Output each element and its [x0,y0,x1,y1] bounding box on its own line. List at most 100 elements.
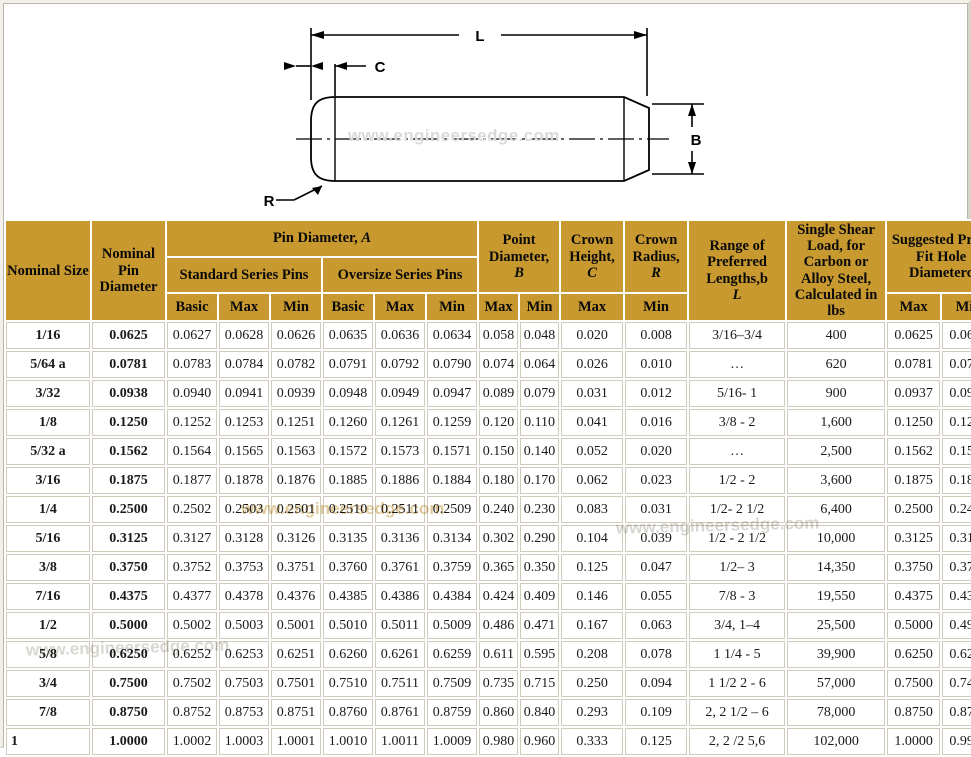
pin-diagram-svg: L C B R [264,28,704,210]
cell-ovr-max: 0.1573 [375,438,425,466]
cell-point-min: 0.715 [520,670,560,698]
cell-ovr-min: 0.1259 [427,409,478,437]
cell-crown-height-max: 0.250 [561,670,624,698]
cell-hole-min: 0.3120 [942,525,971,553]
cell-range: 1 1/4 - 5 [689,641,786,669]
cell-std-min: 0.4376 [271,583,321,611]
cell-hole-min: 0.0932 [942,380,971,408]
cell-nominal-size: 3/16 [6,467,90,495]
cell-ovr-max: 0.3136 [375,525,425,553]
crown-radius-text: Crown Radius, [632,232,680,265]
cell-ovr-max: 0.7511 [375,670,425,698]
cell-point-max: 0.074 [479,351,519,379]
cell-ovr-min: 0.7509 [427,670,478,698]
cell-nominal-pin-diameter: 0.0781 [92,351,165,379]
cell-crown-height-max: 0.208 [561,641,624,669]
cell-crown-height-max: 0.293 [561,699,624,727]
cell-ovr-basic: 0.1572 [323,438,373,466]
pin-diameter-text: Pin Diameter, [272,230,358,247]
cell-point-min: 0.409 [520,583,560,611]
cell-crown-height-max: 0.104 [561,525,624,553]
cell-nominal-size: 7/16 [6,583,90,611]
cell-range: 2, 2 1/2 – 6 [689,699,786,727]
table-row: 5/8 0.6250 0.6252 0.6253 0.6251 0.6260 0.6261 0… [6,641,971,669]
range-symbol: L [732,286,742,303]
cell-point-max: 0.058 [479,322,519,350]
cell-nominal-pin-diameter: 0.3750 [92,554,165,582]
cell-nominal-size: 3/4 [6,670,90,698]
table-row: 1/16 0.0625 0.0627 0.0628 0.0626 0.0635 0.0636… [6,322,971,350]
cell-std-max: 0.1253 [219,409,269,437]
cell-ovr-min: 0.5009 [427,612,478,640]
range-text: Range of Preferred Lengths,b [706,238,768,287]
cell-crown-radius-min: 0.063 [625,612,688,640]
cell-ovr-min: 0.0790 [427,351,478,379]
cell-shear-load: 102,000 [787,728,886,756]
subheader-crown-height-max: Max [561,294,624,321]
col-header-nominal-size: Nominal Size [6,221,90,321]
cell-std-max: 0.2503 [219,496,269,524]
cell-point-min: 0.960 [520,728,560,756]
cell-hole-max: 1.0000 [887,728,941,756]
cell-ovr-max: 0.0792 [375,351,425,379]
cell-ovr-max: 0.5011 [375,612,425,640]
cell-crown-radius-min: 0.125 [625,728,688,756]
cell-std-basic: 0.1564 [167,438,217,466]
table-row: 7/8 0.8750 0.8752 0.8753 0.8751 0.8760 0.8761 0… [6,699,971,727]
cell-ovr-basic: 0.1260 [323,409,373,437]
cell-hole-min: 0.8745 [942,699,971,727]
cell-point-max: 0.150 [479,438,519,466]
cell-range: 1 1/2 2 - 6 [689,670,786,698]
cell-hole-max: 0.2500 [887,496,941,524]
cell-crown-height-max: 0.020 [561,322,624,350]
arrow-B-top [688,104,696,116]
cell-nominal-pin-diameter: 0.3125 [92,525,165,553]
cell-ovr-basic: 0.0791 [323,351,373,379]
cell-ovr-max: 0.4386 [375,583,425,611]
cell-std-min: 0.0939 [271,380,321,408]
cell-hole-max: 0.1562 [887,438,941,466]
cell-ovr-min: 0.8759 [427,699,478,727]
point-diameter-text: Point Diameter, [488,232,550,265]
pin-diagram: L C B R www.engineersedge.com [4,4,967,219]
cell-hole-min: 0.0776 [942,351,971,379]
cell-ovr-basic: 0.2510 [323,496,373,524]
cell-std-max: 0.8753 [219,699,269,727]
subheader-ovr-max: Max [375,294,425,321]
col-header-crown-height: Crown Height, C [561,221,624,293]
table-row: 7/16 0.4375 0.4377 0.4378 0.4376 0.4385 0.4386… [6,583,971,611]
crown-radius-symbol: R [651,264,661,281]
cell-ovr-max: 0.2511 [375,496,425,524]
cell-shear-load: 10,000 [787,525,886,553]
cell-nominal-pin-diameter: 0.2500 [92,496,165,524]
cell-crown-height-max: 0.333 [561,728,624,756]
cell-std-max: 0.5003 [219,612,269,640]
cell-hole-min: 0.3745 [942,554,971,582]
cell-std-basic: 0.6252 [167,641,217,669]
cell-std-basic: 1.0002 [167,728,217,756]
cell-point-min: 0.079 [520,380,560,408]
cell-ovr-min: 0.1571 [427,438,478,466]
crown-height-symbol: C [587,264,597,281]
cell-nominal-pin-diameter: 0.7500 [92,670,165,698]
subheader-hole-max: Max [887,294,941,321]
cell-point-max: 0.365 [479,554,519,582]
cell-nominal-size: 1/4 [6,496,90,524]
cell-shear-load: 2,500 [787,438,886,466]
subheader-std-basic: Basic [167,294,217,321]
pin-dimensions-table-container: Nominal Size Nominal Pin Diameter Pin Di… [4,219,971,757]
cell-shear-load: 39,900 [787,641,886,669]
cell-std-min: 0.8751 [271,699,321,727]
cell-ovr-min: 0.2509 [427,496,478,524]
subheader-ovr-min: Min [427,294,478,321]
cell-shear-load: 1,600 [787,409,886,437]
col-header-range-of-lengths: Range of Preferred Lengths,b L [689,221,786,321]
cell-range: 2, 2 /2 5,6 [689,728,786,756]
cell-ovr-max: 0.6261 [375,641,425,669]
arrow-B-bottom [688,162,696,174]
cell-ovr-basic: 0.7510 [323,670,373,698]
cell-hole-min: 0.0620 [942,322,971,350]
cell-nominal-size: 3/32 [6,380,90,408]
pin-outline [310,96,650,182]
label-B: B [691,132,702,149]
